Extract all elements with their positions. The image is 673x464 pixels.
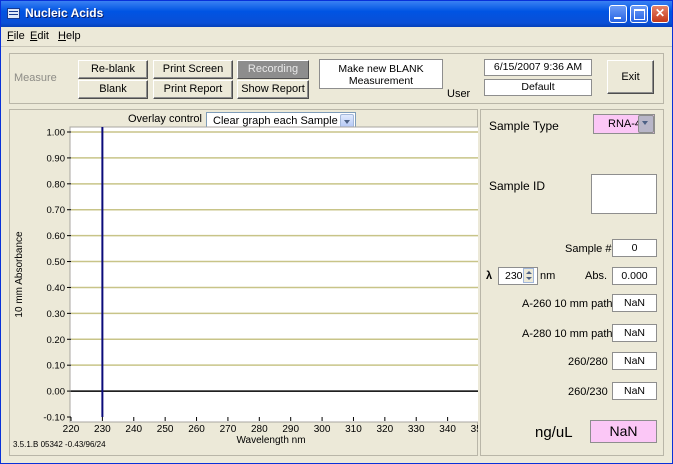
user-value: Default (484, 79, 592, 96)
chevron-down-icon[interactable] (638, 115, 654, 133)
datetime-display: 6/15/2007 9:36 AM (484, 59, 592, 76)
x-tick-label: 330 (408, 424, 425, 435)
wavelength-input[interactable]: 230 (498, 267, 538, 285)
user-label: User (447, 88, 471, 100)
sample-type-select[interactable]: RNA-40 (593, 114, 655, 134)
y-tick-label: 0.60 (47, 231, 66, 242)
status-message: Make new BLANK Measurement (319, 59, 443, 89)
y-tick-label: 0.70 (47, 205, 66, 216)
minimize-button[interactable] (609, 5, 627, 23)
close-button[interactable] (651, 5, 669, 23)
x-tick-label: 230 (94, 424, 111, 435)
x-tick-label: 340 (439, 424, 456, 435)
a280-value: NaN (612, 324, 657, 342)
x-tick-label: 290 (282, 424, 299, 435)
y-tick-label: 0.20 (47, 335, 66, 346)
x-tick-label: 250 (157, 424, 174, 435)
x-tick-label: 270 (220, 424, 237, 435)
sample-number-label: Sample # (565, 243, 612, 255)
menu-bar: File Edit Help (1, 27, 672, 47)
maximize-button[interactable] (630, 5, 648, 23)
y-tick-label: 0.00 (47, 387, 66, 398)
ratio-260-280-value: NaN (612, 352, 657, 370)
abs-label: Abs. (585, 270, 608, 282)
results-panel: Sample Type RNA-40 Sample ID Sample # 0 … (480, 109, 664, 456)
blank-button[interactable]: Blank (78, 80, 148, 99)
menu-file[interactable]: File (7, 30, 25, 42)
y-axis-title: 10 mm Absorbance (14, 231, 25, 318)
menu-help[interactable]: Help (58, 30, 81, 42)
print-report-button[interactable]: Print Report (153, 80, 233, 99)
x-axis-title: Wavelength nm (236, 435, 305, 446)
ratio-260-230-label: 260/230 (568, 386, 608, 398)
concentration-value: NaN (590, 420, 657, 443)
nm-label: nm (540, 270, 556, 282)
app-icon (7, 8, 20, 19)
x-tick-label: 350 (471, 424, 478, 435)
abs-value: 0.000 (612, 267, 657, 285)
ratio-260-280-label: 260/280 (568, 356, 608, 368)
exit-button[interactable]: Exit (607, 60, 654, 94)
measure-button[interactable]: Measure (14, 72, 57, 84)
y-tick-label: 0.50 (47, 257, 66, 268)
y-tick-label: 0.80 (47, 179, 66, 190)
wavelength-value: 230 (505, 270, 523, 282)
app-window: Nucleic Acids File Edit Help Measure Re-… (0, 0, 673, 464)
a260-label: A-260 10 mm path (522, 298, 613, 310)
concentration-label: ng/uL (535, 424, 573, 441)
plot-area (69, 126, 478, 423)
absorbance-chart: 220 230 240 250 260 270 280 290 300 310 320 330 340 3… (14, 126, 478, 446)
a260-value: NaN (612, 294, 657, 312)
sample-id-label: Sample ID (489, 179, 546, 193)
y-tick-label: 0.90 (47, 153, 66, 164)
lambda-icon: λ (486, 270, 493, 282)
ratio-260-230-value: NaN (612, 382, 657, 400)
x-tick-label: 320 (377, 424, 394, 435)
y-tick-label: -0.10 (43, 413, 65, 424)
toolbar: Measure Re-blank Blank Print Screen Prin… (9, 53, 664, 104)
x-tick-label: 240 (125, 424, 142, 435)
x-tick-label: 300 (314, 424, 331, 435)
recording-button[interactable]: Recording (237, 60, 309, 79)
x-tick-label: 260 (188, 424, 205, 435)
reblank-button[interactable]: Re-blank (78, 60, 148, 79)
sample-id-field[interactable] (591, 174, 657, 214)
sample-number-value: 0 (612, 239, 657, 257)
spinner-icon[interactable] (523, 268, 534, 283)
print-screen-button[interactable]: Print Screen (153, 60, 233, 79)
menu-edit[interactable]: Edit (30, 30, 49, 42)
status-line-2: Measurement (348, 75, 414, 87)
y-tick-label: 0.10 (47, 361, 66, 372)
window-title: Nucleic Acids (25, 6, 104, 20)
x-tick-label: 220 (63, 424, 80, 435)
x-tick-label: 310 (345, 424, 362, 435)
title-bar[interactable]: Nucleic Acids (1, 1, 672, 27)
show-report-button[interactable]: Show Report (237, 80, 309, 99)
status-line-1: Make new BLANK (338, 63, 424, 75)
a280-label: A-280 10 mm path (522, 328, 613, 340)
y-tick-label: 1.00 (47, 128, 66, 139)
y-tick-label: 0.40 (47, 283, 66, 294)
sample-type-label: Sample Type (489, 119, 559, 133)
y-axis: 1.00 0.90 0.80 0.70 0.60 0.50 0.40 0.30 0.20 0.10… (43, 128, 71, 424)
x-tick-label: 280 (251, 424, 268, 435)
y-tick-label: 0.30 (47, 309, 66, 320)
